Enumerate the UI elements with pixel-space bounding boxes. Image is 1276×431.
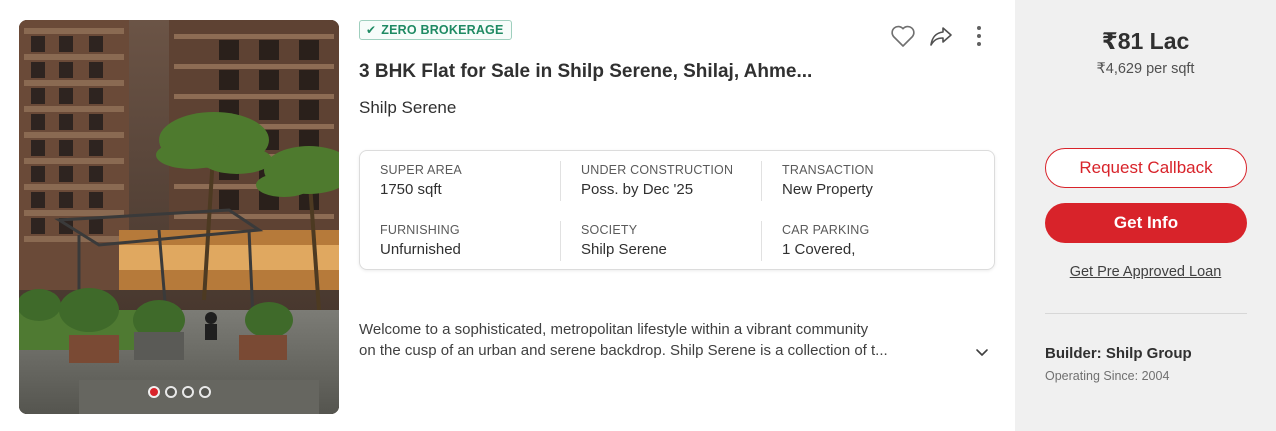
description-line: on the cusp of an urban and serene backd… xyxy=(359,342,888,359)
summary-value: Poss. by Dec '25 xyxy=(581,181,694,198)
zero-brokerage-badge: ✔ ZERO BROKERAGE xyxy=(359,20,512,40)
price-panel: ₹81 Lac ₹4,629 per sqft Request Callback… xyxy=(1015,0,1276,431)
request-callback-button[interactable]: Request Callback xyxy=(1045,148,1247,188)
summary-society: SOCIETY Shilp Serene xyxy=(581,223,771,258)
summary-label: UNDER CONSTRUCTION xyxy=(581,163,734,177)
summary-value: New Property xyxy=(782,181,873,198)
share-button[interactable] xyxy=(926,21,956,51)
heart-icon xyxy=(891,25,915,47)
project-name[interactable]: Shilp Serene xyxy=(359,98,456,118)
operating-since: Operating Since: 2004 xyxy=(1045,369,1170,383)
carousel-dot[interactable] xyxy=(181,386,194,398)
listing-title[interactable]: 3 BHK Flat for Sale in Shilp Serene, Shi… xyxy=(359,61,879,83)
listing-description: Welcome to a sophisticated, metropolitan… xyxy=(359,319,971,361)
share-icon xyxy=(930,27,952,46)
summary-label: SOCIETY xyxy=(581,223,638,237)
check-icon: ✔ xyxy=(366,23,377,37)
price-per-sqft: ₹4,629 per sqft xyxy=(1096,61,1195,77)
divider xyxy=(560,221,561,261)
summary-label: CAR PARKING xyxy=(782,223,870,237)
carousel-dot[interactable] xyxy=(198,386,211,398)
summary-value: 1750 sqft xyxy=(380,181,442,198)
carousel-dot[interactable] xyxy=(164,386,177,398)
badge-label: ZERO BROKERAGE xyxy=(381,23,504,37)
get-info-button[interactable]: Get Info xyxy=(1045,203,1247,243)
summary-car-parking: CAR PARKING 1 Covered, xyxy=(782,223,972,258)
divider xyxy=(761,161,762,201)
expand-description-button[interactable] xyxy=(972,342,992,362)
description-line: Welcome to a sophisticated, metropolitan… xyxy=(359,321,869,338)
builder-name[interactable]: Builder: Shilp Group xyxy=(1045,345,1192,362)
divider xyxy=(1045,313,1247,314)
summary-status: UNDER CONSTRUCTION Poss. by Dec '25 xyxy=(581,163,771,198)
more-vertical-icon xyxy=(977,26,981,46)
summary-value: 1 Covered, xyxy=(782,241,856,258)
property-card: ✔ ZERO BROKERAGE 3 BHK Flat for Sale in … xyxy=(0,0,1276,431)
shortlist-button[interactable] xyxy=(888,21,918,51)
card-actions xyxy=(888,21,1002,51)
property-summary: SUPER AREA 1750 sqft UNDER CONSTRUCTION … xyxy=(359,150,995,270)
pre-approved-loan-link[interactable]: Get Pre Approved Loan xyxy=(1015,264,1276,280)
summary-label: SUPER AREA xyxy=(380,163,462,177)
summary-value: Unfurnished xyxy=(380,241,461,258)
chevron-down-icon xyxy=(976,349,988,356)
summary-super-area: SUPER AREA 1750 sqft xyxy=(380,163,570,198)
divider xyxy=(560,161,561,201)
carousel-dots xyxy=(19,386,339,398)
summary-label: FURNISHING xyxy=(380,223,460,237)
carousel-dot[interactable] xyxy=(147,386,160,398)
property-photo[interactable] xyxy=(19,20,339,414)
summary-label: TRANSACTION xyxy=(782,163,874,177)
more-options-button[interactable] xyxy=(964,21,994,51)
summary-value[interactable]: Shilp Serene xyxy=(581,241,771,258)
price: ₹81 Lac xyxy=(1101,28,1190,54)
building-image xyxy=(19,20,339,414)
summary-furnishing: FURNISHING Unfurnished xyxy=(380,223,570,258)
divider xyxy=(761,221,762,261)
summary-transaction: TRANSACTION New Property xyxy=(782,163,972,198)
